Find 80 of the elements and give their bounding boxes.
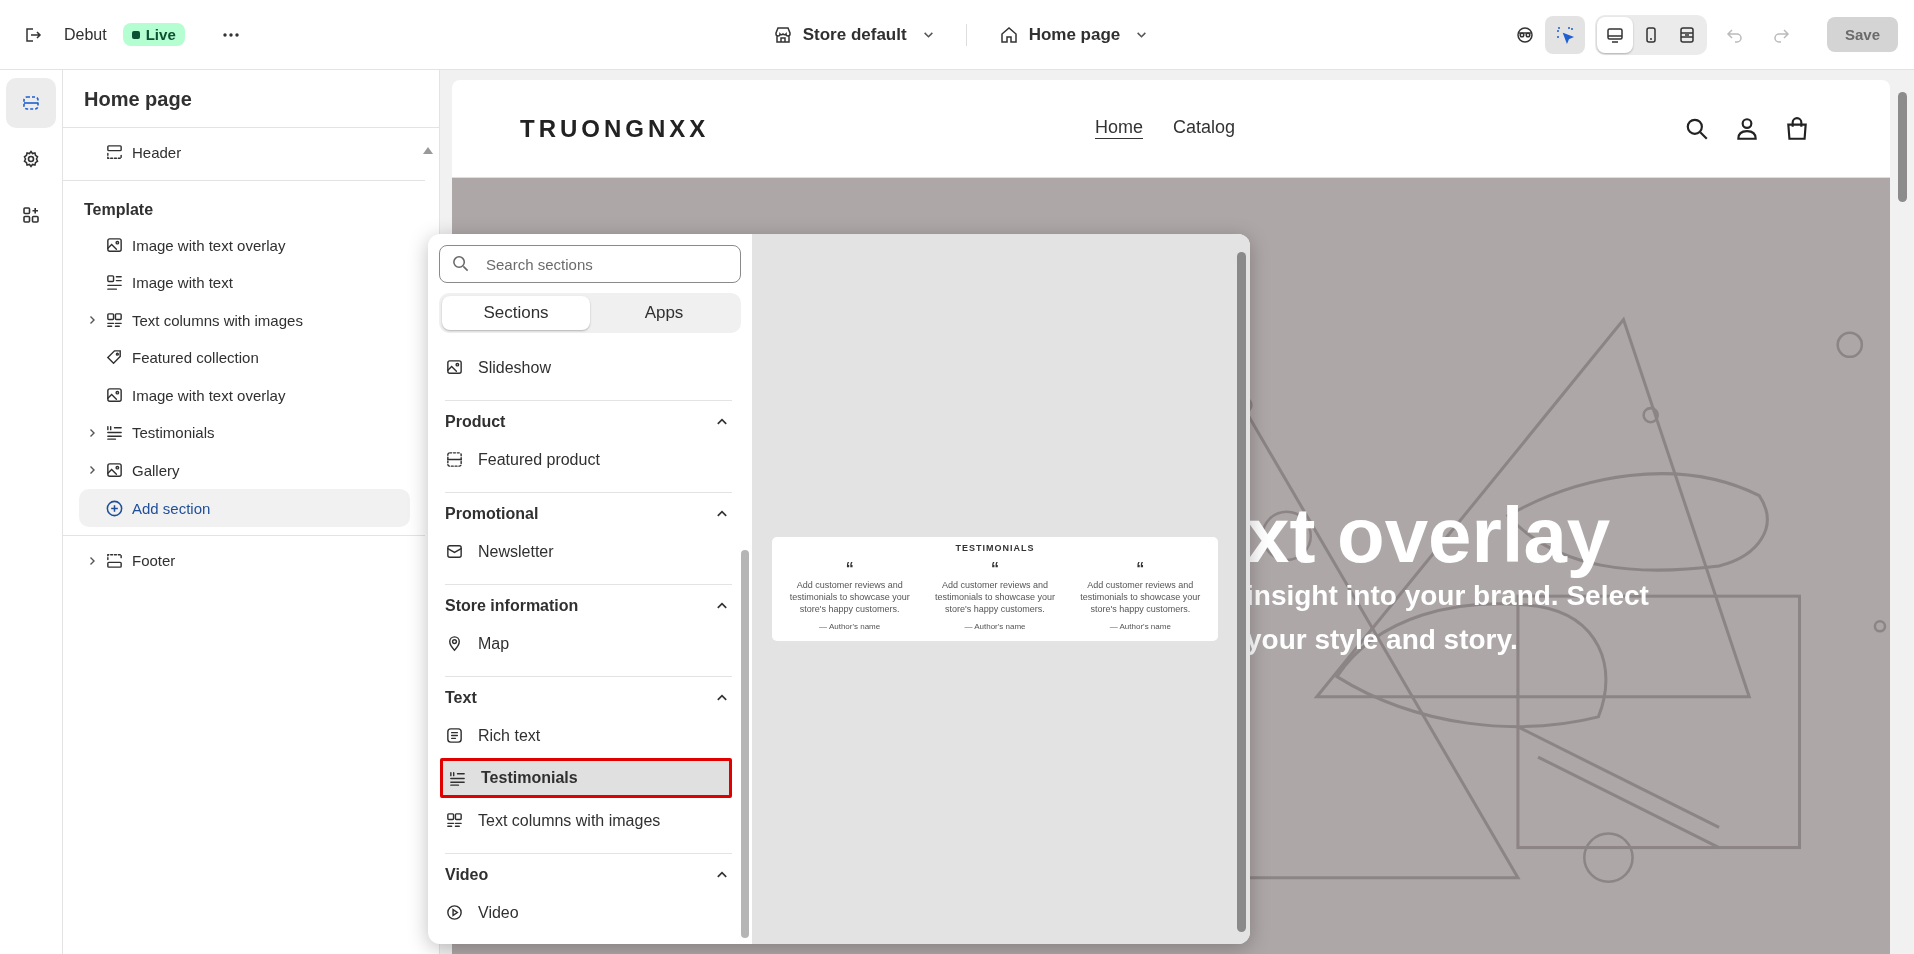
plus-icon — [105, 498, 124, 518]
testimonial-text: Add customer reviews and testimonials to showcase your store's happy customers. — [788, 579, 911, 615]
chevron-right-icon[interactable] — [87, 555, 97, 566]
author-name: — Author's name — [1108, 622, 1172, 631]
search-field[interactable]: Search sections — [439, 245, 741, 283]
footer-layout-icon — [105, 551, 124, 571]
columns-icon — [105, 310, 124, 330]
preview-title: TESTIMONIALS — [954, 543, 1036, 553]
nav-link[interactable]: Catalog — [1173, 117, 1236, 140]
section-option[interactable]: Map — [440, 621, 732, 666]
settings-icon — [21, 149, 41, 169]
scrollbar[interactable] — [1237, 252, 1246, 932]
text-icon — [445, 726, 464, 745]
scrollbar[interactable] — [741, 550, 749, 938]
category-header[interactable]: Promotional — [445, 493, 732, 529]
testimonial-text: Add customer reviews and testimonials to showcase your store's happy customers. — [933, 579, 1056, 615]
account-icon[interactable] — [1734, 115, 1760, 142]
tab[interactable]: Sections — [442, 296, 590, 330]
section-item[interactable]: Testimonials — [105, 423, 215, 443]
store-logo[interactable]: TRUONGNXX — [520, 114, 710, 143]
chevron-right-icon[interactable] — [87, 315, 97, 326]
inspector-button[interactable] — [1544, 15, 1585, 54]
section-item[interactable]: Gallery — [105, 460, 180, 480]
desktop-view-button[interactable] — [1596, 16, 1633, 53]
section-option[interactable]: Newsletter — [440, 529, 732, 574]
tab[interactable]: Apps — [590, 296, 738, 330]
section-option[interactable]: Featured product — [440, 437, 732, 482]
author-name: — Author's name — [963, 622, 1027, 631]
author-name: — Author's name — [818, 622, 882, 631]
section-option[interactable]: Text columns with images — [440, 798, 732, 843]
apps-icon — [21, 205, 41, 225]
select-icon — [1554, 24, 1575, 45]
bag-icon[interactable] — [1784, 115, 1810, 142]
section-item[interactable]: Header — [105, 143, 182, 163]
section-option[interactable]: Slideshow — [440, 345, 732, 390]
section-option[interactable]: Video — [440, 890, 732, 935]
columns-icon — [445, 811, 464, 830]
search-icon — [451, 254, 470, 273]
home-icon — [998, 24, 1019, 45]
image-icon — [105, 235, 124, 255]
section-option[interactable]: Testimonials — [440, 758, 732, 798]
scroll-up-icon[interactable] — [423, 146, 433, 154]
quote-mark: “ — [844, 563, 855, 575]
layout-icon — [445, 450, 464, 469]
sections-icon — [21, 93, 41, 113]
chevron-right-icon[interactable] — [87, 465, 97, 476]
envelope-icon — [445, 542, 464, 561]
image-icon — [445, 358, 464, 377]
image-icon — [105, 460, 124, 480]
sidebar-title: Home page — [63, 70, 439, 128]
section-item[interactable]: Text columns with images — [105, 310, 303, 330]
section-item[interactable]: Image with text overlay — [105, 235, 286, 255]
section-option[interactable]: Rich text — [440, 713, 732, 758]
section-item[interactable]: Featured collection — [105, 348, 259, 368]
theme-name: Debut — [64, 25, 107, 44]
image-text-icon — [105, 273, 124, 293]
category-header[interactable]: Product — [445, 401, 732, 437]
store-icon — [772, 24, 793, 45]
quote-mark: “ — [990, 563, 1000, 575]
play-icon — [445, 903, 464, 922]
section-item[interactable]: Footer — [105, 551, 176, 571]
hero-text: insight into your brand. Select — [1246, 579, 1650, 613]
testimonial-text: Add customer reviews and testimonials to showcase your store's happy customers. — [1079, 579, 1202, 615]
chevron-right-icon[interactable] — [87, 427, 97, 438]
quote-mark: “ — [1135, 563, 1146, 575]
section-item[interactable]: Image with text — [105, 273, 233, 293]
group-heading: Template — [83, 199, 155, 220]
sections-tab[interactable] — [6, 78, 56, 128]
section-item[interactable]: Image with text overlay — [105, 385, 286, 405]
nav-link[interactable]: Home — [1094, 117, 1143, 140]
category-header[interactable]: Video — [445, 854, 732, 890]
category-header[interactable]: Store information — [445, 585, 732, 621]
page-selector[interactable]: Home page — [992, 20, 1154, 49]
category-header[interactable]: Text — [445, 677, 732, 713]
status-badge: Live — [122, 23, 185, 46]
image-icon — [105, 385, 124, 405]
store-selector[interactable]: Store default — [766, 20, 940, 49]
quote-icon — [105, 423, 124, 443]
avatar-icon[interactable] — [1514, 24, 1535, 45]
add-section-button[interactable]: Add section — [79, 489, 410, 527]
